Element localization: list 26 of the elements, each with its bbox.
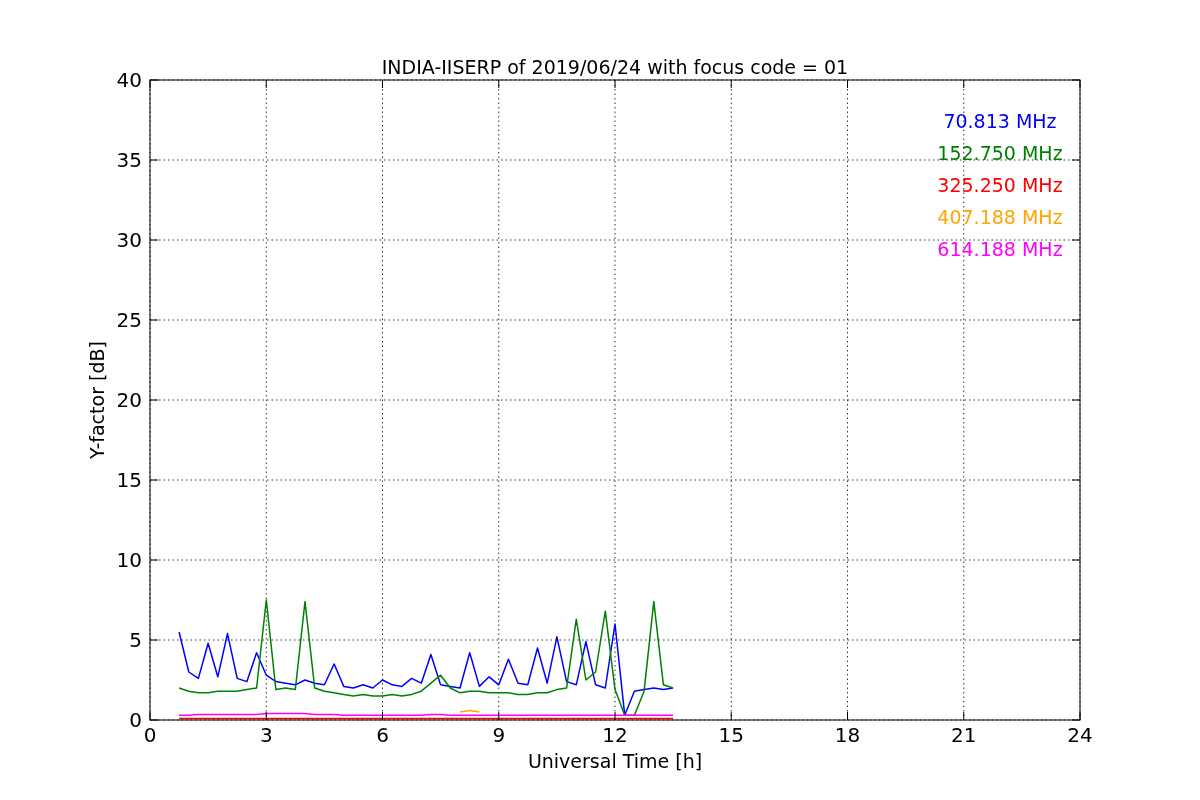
x-tick-label: 9 [492, 723, 506, 747]
y-tick-label: 30 [116, 228, 142, 252]
legend-label: 325.250 MHz [937, 174, 1063, 196]
legend-label: 70.813 MHz [943, 110, 1057, 132]
y-tick-label: 10 [116, 548, 142, 572]
legend-label: 407.188 MHz [937, 206, 1063, 228]
y-tick-label: 20 [116, 388, 142, 412]
y-tick-label: 25 [116, 308, 142, 332]
x-tick-label: 21 [951, 723, 977, 747]
x-tick-label: 18 [834, 723, 861, 747]
y-tick-label: 5 [129, 628, 142, 652]
x-tick-label: 0 [143, 723, 157, 747]
chart-title: INDIA-IISERP of 2019/06/24 with focus code = 01 [381, 56, 849, 78]
y-tick-label: 40 [116, 68, 142, 92]
x-tick-label: 15 [718, 723, 744, 747]
legend-label: 152.750 MHz [937, 142, 1063, 164]
y-tick-label: 15 [116, 468, 142, 492]
y-tick-label: 35 [116, 148, 142, 172]
x-tick-label: 6 [376, 723, 389, 747]
x-axis-label: Universal Time [h] [527, 750, 703, 772]
x-tick-label: 12 [602, 723, 628, 747]
legend-label: 614.188 MHz [937, 238, 1063, 260]
y-axis-label: Y-factor [dB] [86, 341, 108, 459]
y-tick-label: 0 [129, 708, 142, 732]
x-tick-label: 3 [259, 723, 273, 747]
x-tick-label: 24 [1067, 723, 1093, 747]
